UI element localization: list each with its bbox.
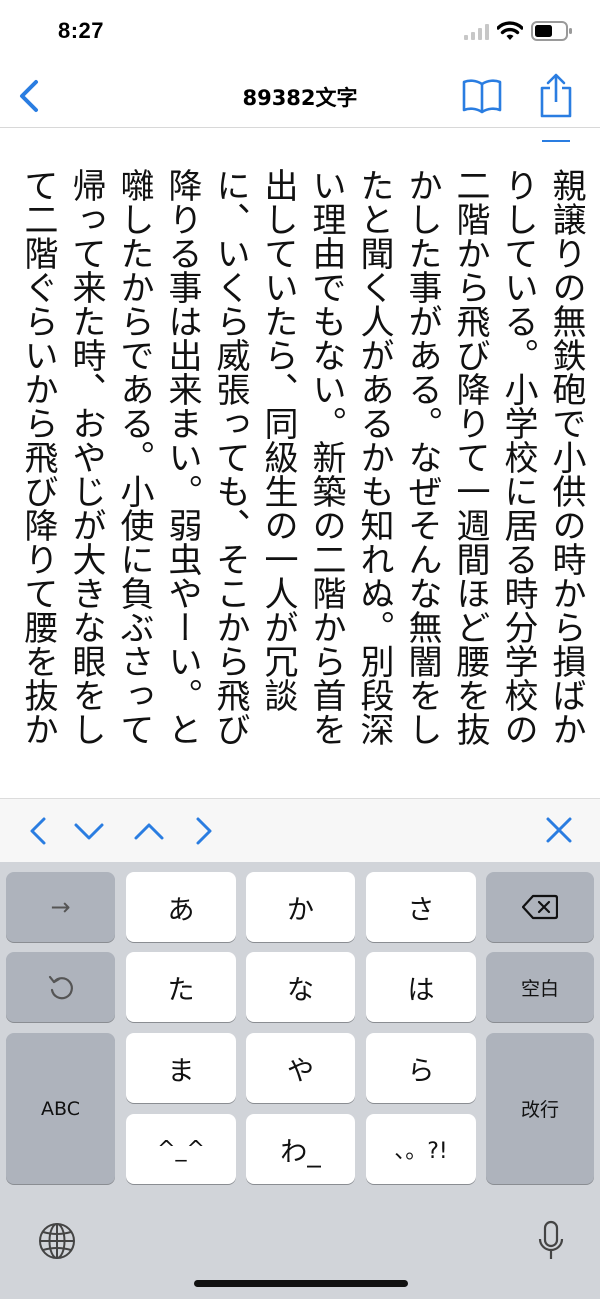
arrow-right-icon: → [50,893,71,921]
previous-chevron-icon[interactable] [22,815,56,847]
key-ma[interactable]: ま [126,1033,236,1103]
undo-icon [48,975,73,1000]
arrow-right-key[interactable]: → [6,872,115,942]
space-key[interactable]: 空白 [486,952,594,1022]
key-ha[interactable]: は [366,952,476,1022]
punctuation-key[interactable]: 、。?! [366,1114,476,1184]
close-icon[interactable] [542,815,576,847]
document-text-area[interactable]: 親譲りの無鉄砲で小供の時から損ばかりしている。小学校に居る時分学校の二階から飛び… [0,128,600,798]
delete-key[interactable] [486,872,594,942]
chevron-up-icon[interactable] [132,815,166,847]
key-a[interactable]: あ [126,872,236,942]
status-time: 8:27 [58,18,105,43]
share-icon[interactable] [538,72,574,118]
key-na[interactable]: な [246,952,355,1022]
wifi-icon [497,21,523,40]
key-ka[interactable]: か [246,872,355,942]
japanese-flick-keyboard: → あ か さ た な は 空白 ABC ま や ら 改行 ^_^ わ_ 、。?… [0,862,600,1299]
key-ya[interactable]: や [246,1033,355,1103]
abc-key[interactable]: ABC [6,1033,115,1184]
find-bar [0,798,600,862]
kaomoji-key[interactable]: ^_^ [126,1114,236,1184]
back-chevron-icon[interactable] [14,78,44,114]
key-sa[interactable]: さ [366,872,476,942]
globe-icon[interactable] [38,1222,76,1260]
delete-icon [522,894,558,920]
book-icon[interactable] [462,76,502,116]
battery-icon [531,21,572,41]
next-chevron-icon[interactable] [186,815,220,847]
return-key[interactable]: 改行 [486,1033,594,1184]
microphone-icon[interactable] [538,1220,564,1262]
undo-key[interactable] [6,952,115,1022]
page-title: 89382文字 [242,86,358,110]
key-ra[interactable]: ら [366,1033,476,1103]
key-wa[interactable]: わ_ [246,1114,355,1184]
chevron-down-icon[interactable] [72,815,106,847]
document-text[interactable]: 親譲りの無鉄砲で小供の時から損ばかりしている。小学校に居る時分学校の二階から飛び… [14,168,590,768]
status-bar: 8:27 [0,0,600,66]
home-indicator[interactable] [194,1280,408,1287]
text-cursor [542,140,570,142]
key-ta[interactable]: た [126,952,236,1022]
signal-icon [464,24,489,40]
navigation-bar: 89382文字 [0,66,600,128]
